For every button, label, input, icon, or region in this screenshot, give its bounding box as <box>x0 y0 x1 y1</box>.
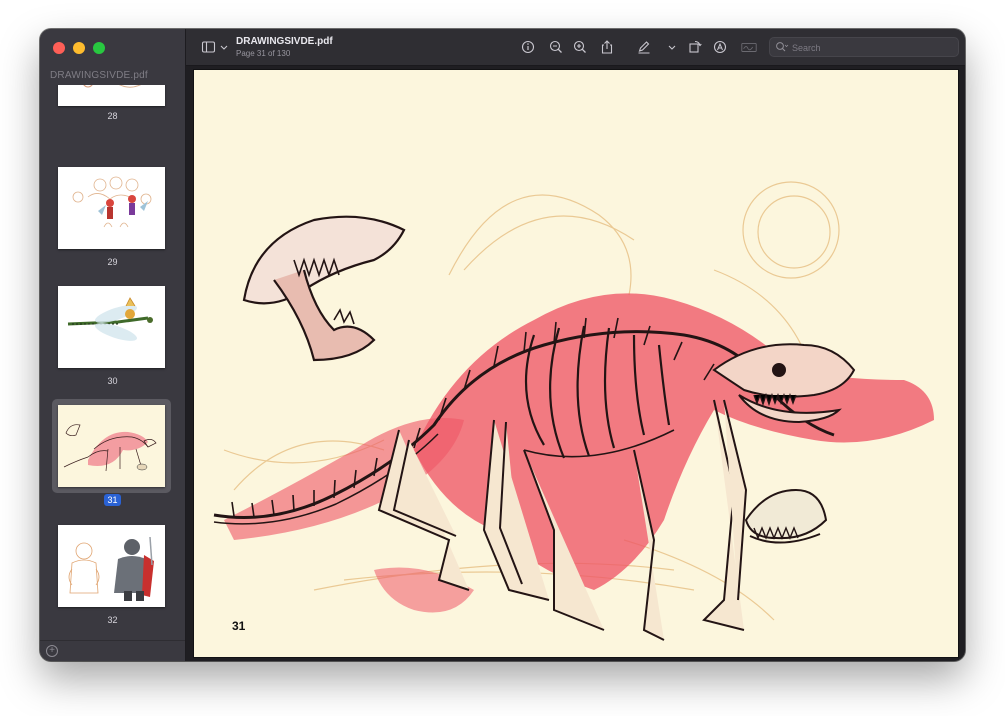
thumbnail-image <box>58 167 165 249</box>
thumbnail-image <box>58 405 165 487</box>
thumbnail-label: 32 <box>107 615 118 625</box>
maximize-window-button[interactable] <box>93 42 105 54</box>
chevron-down-icon[interactable] <box>215 38 228 56</box>
skeleton-drawing <box>213 181 934 641</box>
page-indicator: Page 31 of 130 <box>236 49 291 58</box>
page-number-label: 31 <box>232 619 246 633</box>
minimize-window-button[interactable] <box>73 42 85 54</box>
pdf-page: 31 <box>194 70 958 657</box>
toolbar: DRAWINGSIVDE.pdf Page 31 of 130 <box>186 29 965 66</box>
search-input[interactable] <box>790 40 954 56</box>
search-field[interactable] <box>769 37 959 57</box>
window-controls <box>53 42 105 54</box>
thumbnail-label: 31 <box>40 494 185 506</box>
share-icon[interactable] <box>598 38 616 56</box>
thumbnail-image <box>58 286 165 368</box>
thumbnail-list[interactable]: 28 29 30 31 32 <box>40 85 185 641</box>
sidebar-footer: + <box>40 640 185 661</box>
zoom-in-icon[interactable] <box>571 38 589 56</box>
chevron-down-icon[interactable] <box>663 38 676 56</box>
thumbnail-label: 29 <box>107 257 118 267</box>
thumbnail-image <box>58 525 165 607</box>
preview-window: DRAWINGSIVDE.pdf 28 29 30 31 32 + DRAWIN… <box>40 29 965 661</box>
rotate-icon[interactable] <box>686 38 704 56</box>
document-title: DRAWINGSIVDE.pdf <box>236 36 333 47</box>
add-page-icon[interactable]: + <box>46 645 58 657</box>
search-icon <box>776 42 789 52</box>
sidebar-title: DRAWINGSIVDE.pdf <box>50 70 148 81</box>
thumbnail-image <box>58 85 165 106</box>
zoom-out-icon[interactable] <box>547 38 565 56</box>
info-icon[interactable] <box>519 38 537 56</box>
thumbnail-label: 28 <box>107 111 118 121</box>
document-view[interactable]: 31 <box>186 66 965 661</box>
close-window-button[interactable] <box>53 42 65 54</box>
thumbnail-label: 30 <box>107 376 118 386</box>
signature-icon[interactable] <box>740 38 760 56</box>
markup-circle-icon[interactable] <box>711 38 729 56</box>
markup-pen-icon[interactable] <box>635 38 653 56</box>
sidebar: DRAWINGSIVDE.pdf 28 29 30 31 32 + <box>40 29 186 661</box>
